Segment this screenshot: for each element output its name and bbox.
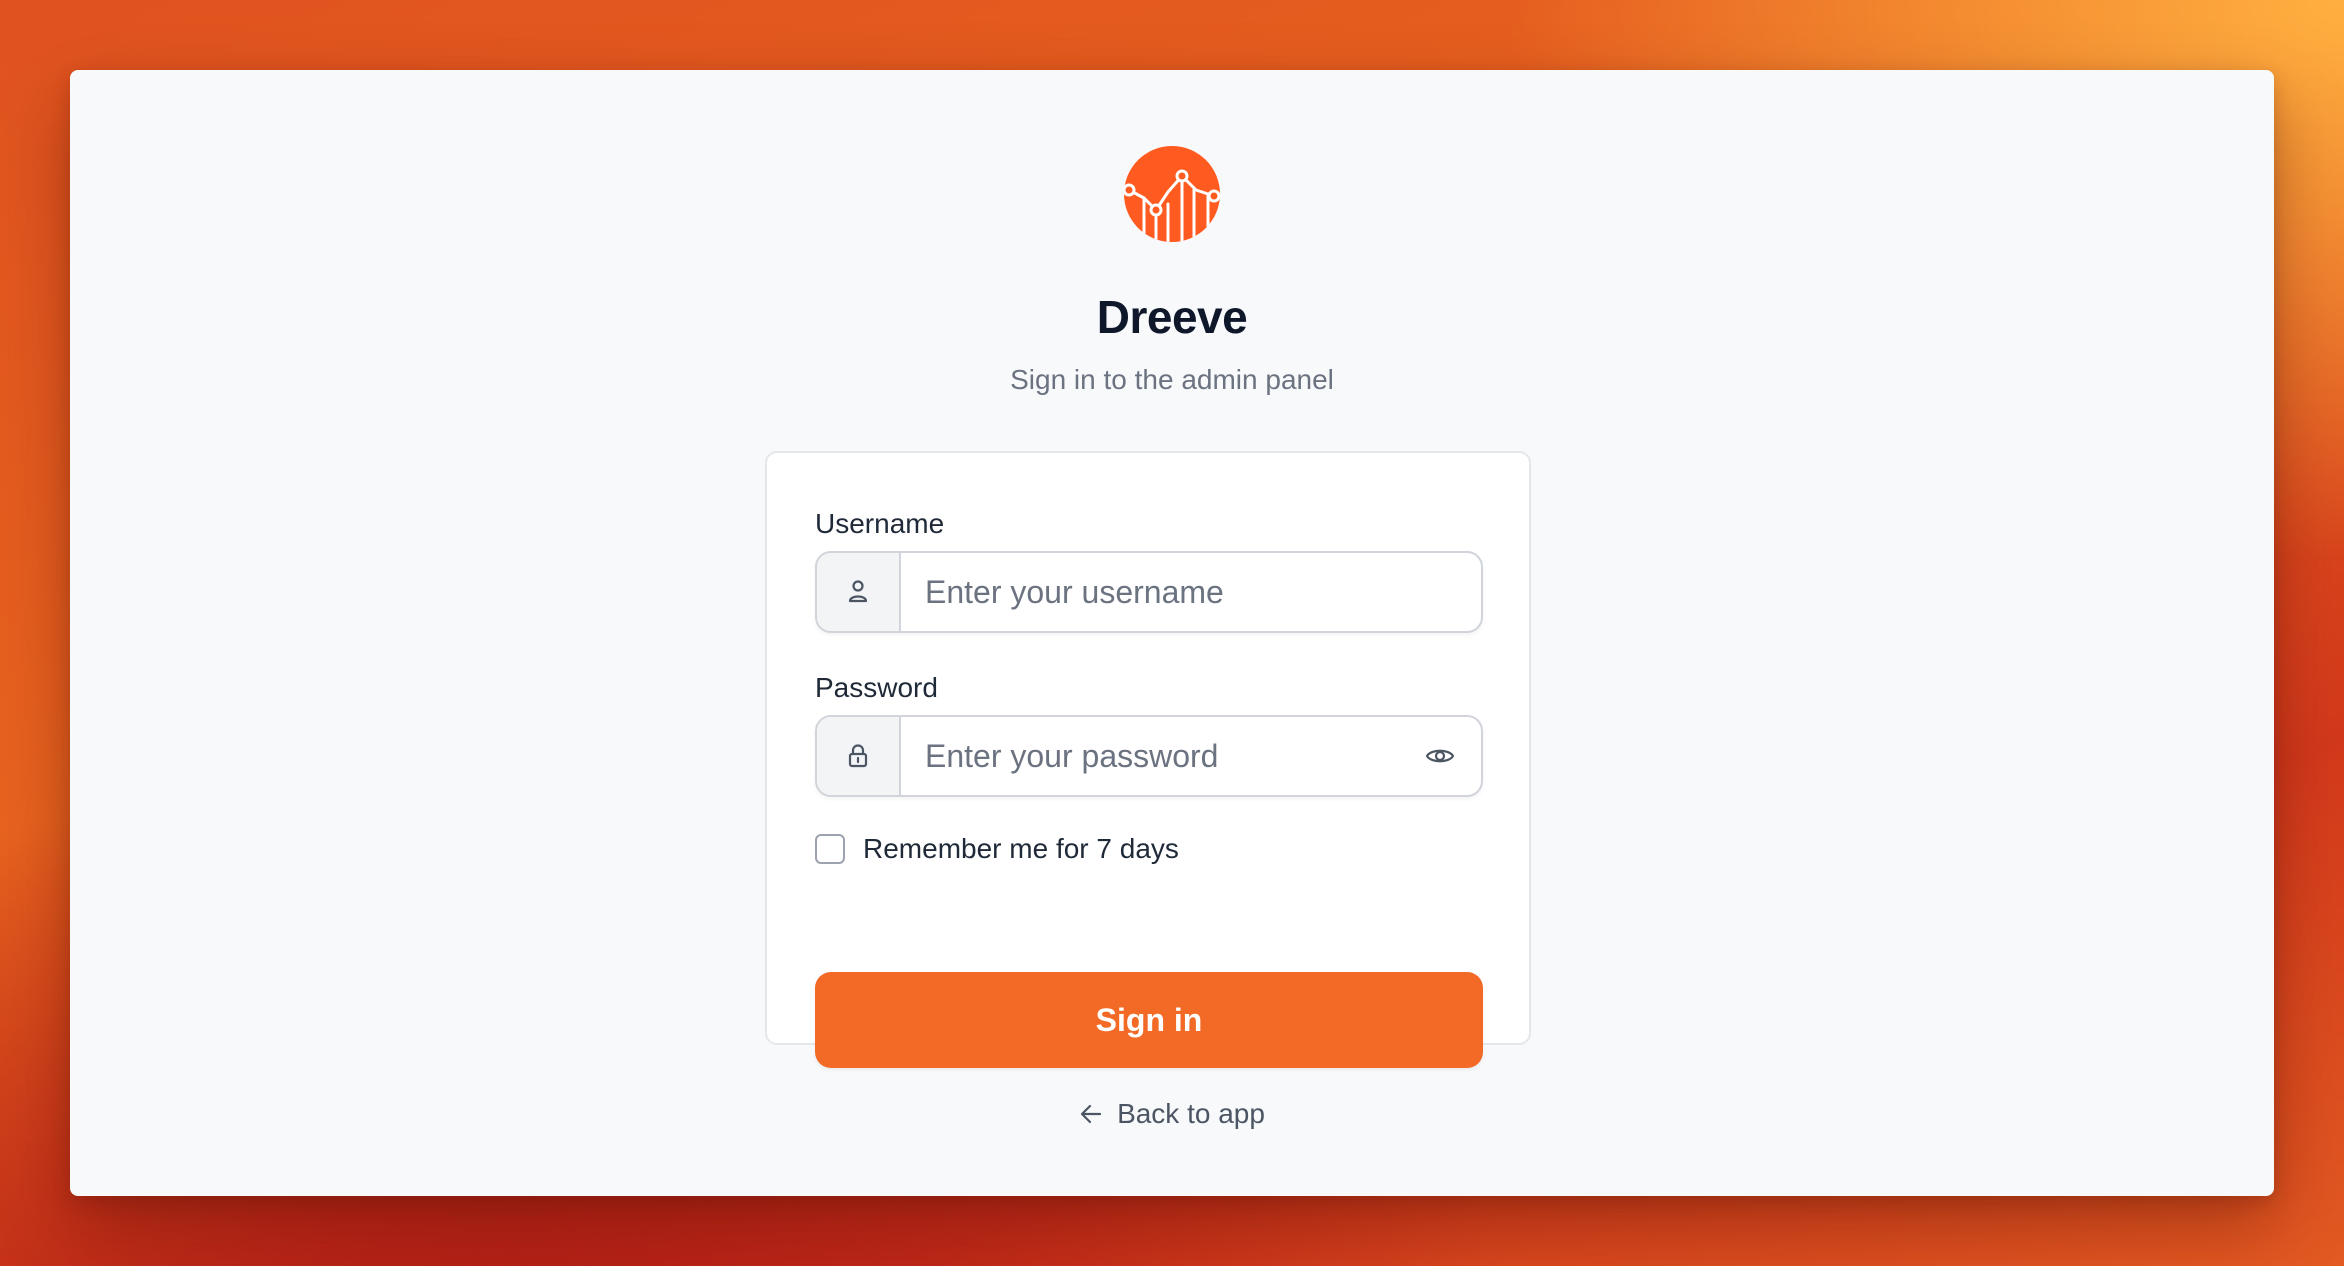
- password-field: [815, 715, 1483, 797]
- username-addon: [817, 553, 901, 631]
- user-icon: [848, 580, 868, 603]
- app-name: Dreeve: [1096, 291, 1248, 343]
- username-input[interactable]: [901, 553, 1481, 631]
- password-label: Password: [815, 672, 938, 703]
- toggle-password-button[interactable]: [1399, 717, 1481, 795]
- login-card: Username Password: [765, 451, 1531, 1068]
- sign-in-button[interactable]: Sign in: [815, 972, 1483, 1068]
- remember-checkbox[interactable]: [815, 834, 845, 864]
- remember-me: Remember me for 7 days: [815, 833, 1179, 865]
- username-label: Username: [815, 508, 945, 539]
- page-subtitle: Sign in to the admin panel: [1010, 364, 1334, 395]
- brand-header: Dreeve Sign in to the admin panel: [70, 146, 2274, 394]
- password-addon: [817, 717, 901, 795]
- login-window: Dreeve Sign in to the admin panel Userna…: [70, 70, 2274, 1196]
- arrow-left-icon: [1080, 1104, 1102, 1124]
- back-to-app-link[interactable]: Back to app: [1079, 1098, 1265, 1130]
- back-to-app: Back to app: [70, 1098, 2274, 1130]
- lock-icon: [848, 744, 868, 768]
- back-to-app-label: Back to app: [1117, 1098, 1265, 1129]
- remember-label[interactable]: Remember me for 7 days: [863, 833, 1179, 865]
- eye-icon: [1425, 749, 1455, 763]
- username-field: [815, 551, 1483, 633]
- chart-logo-icon: [1124, 146, 1220, 242]
- password-input[interactable]: [901, 717, 1399, 795]
